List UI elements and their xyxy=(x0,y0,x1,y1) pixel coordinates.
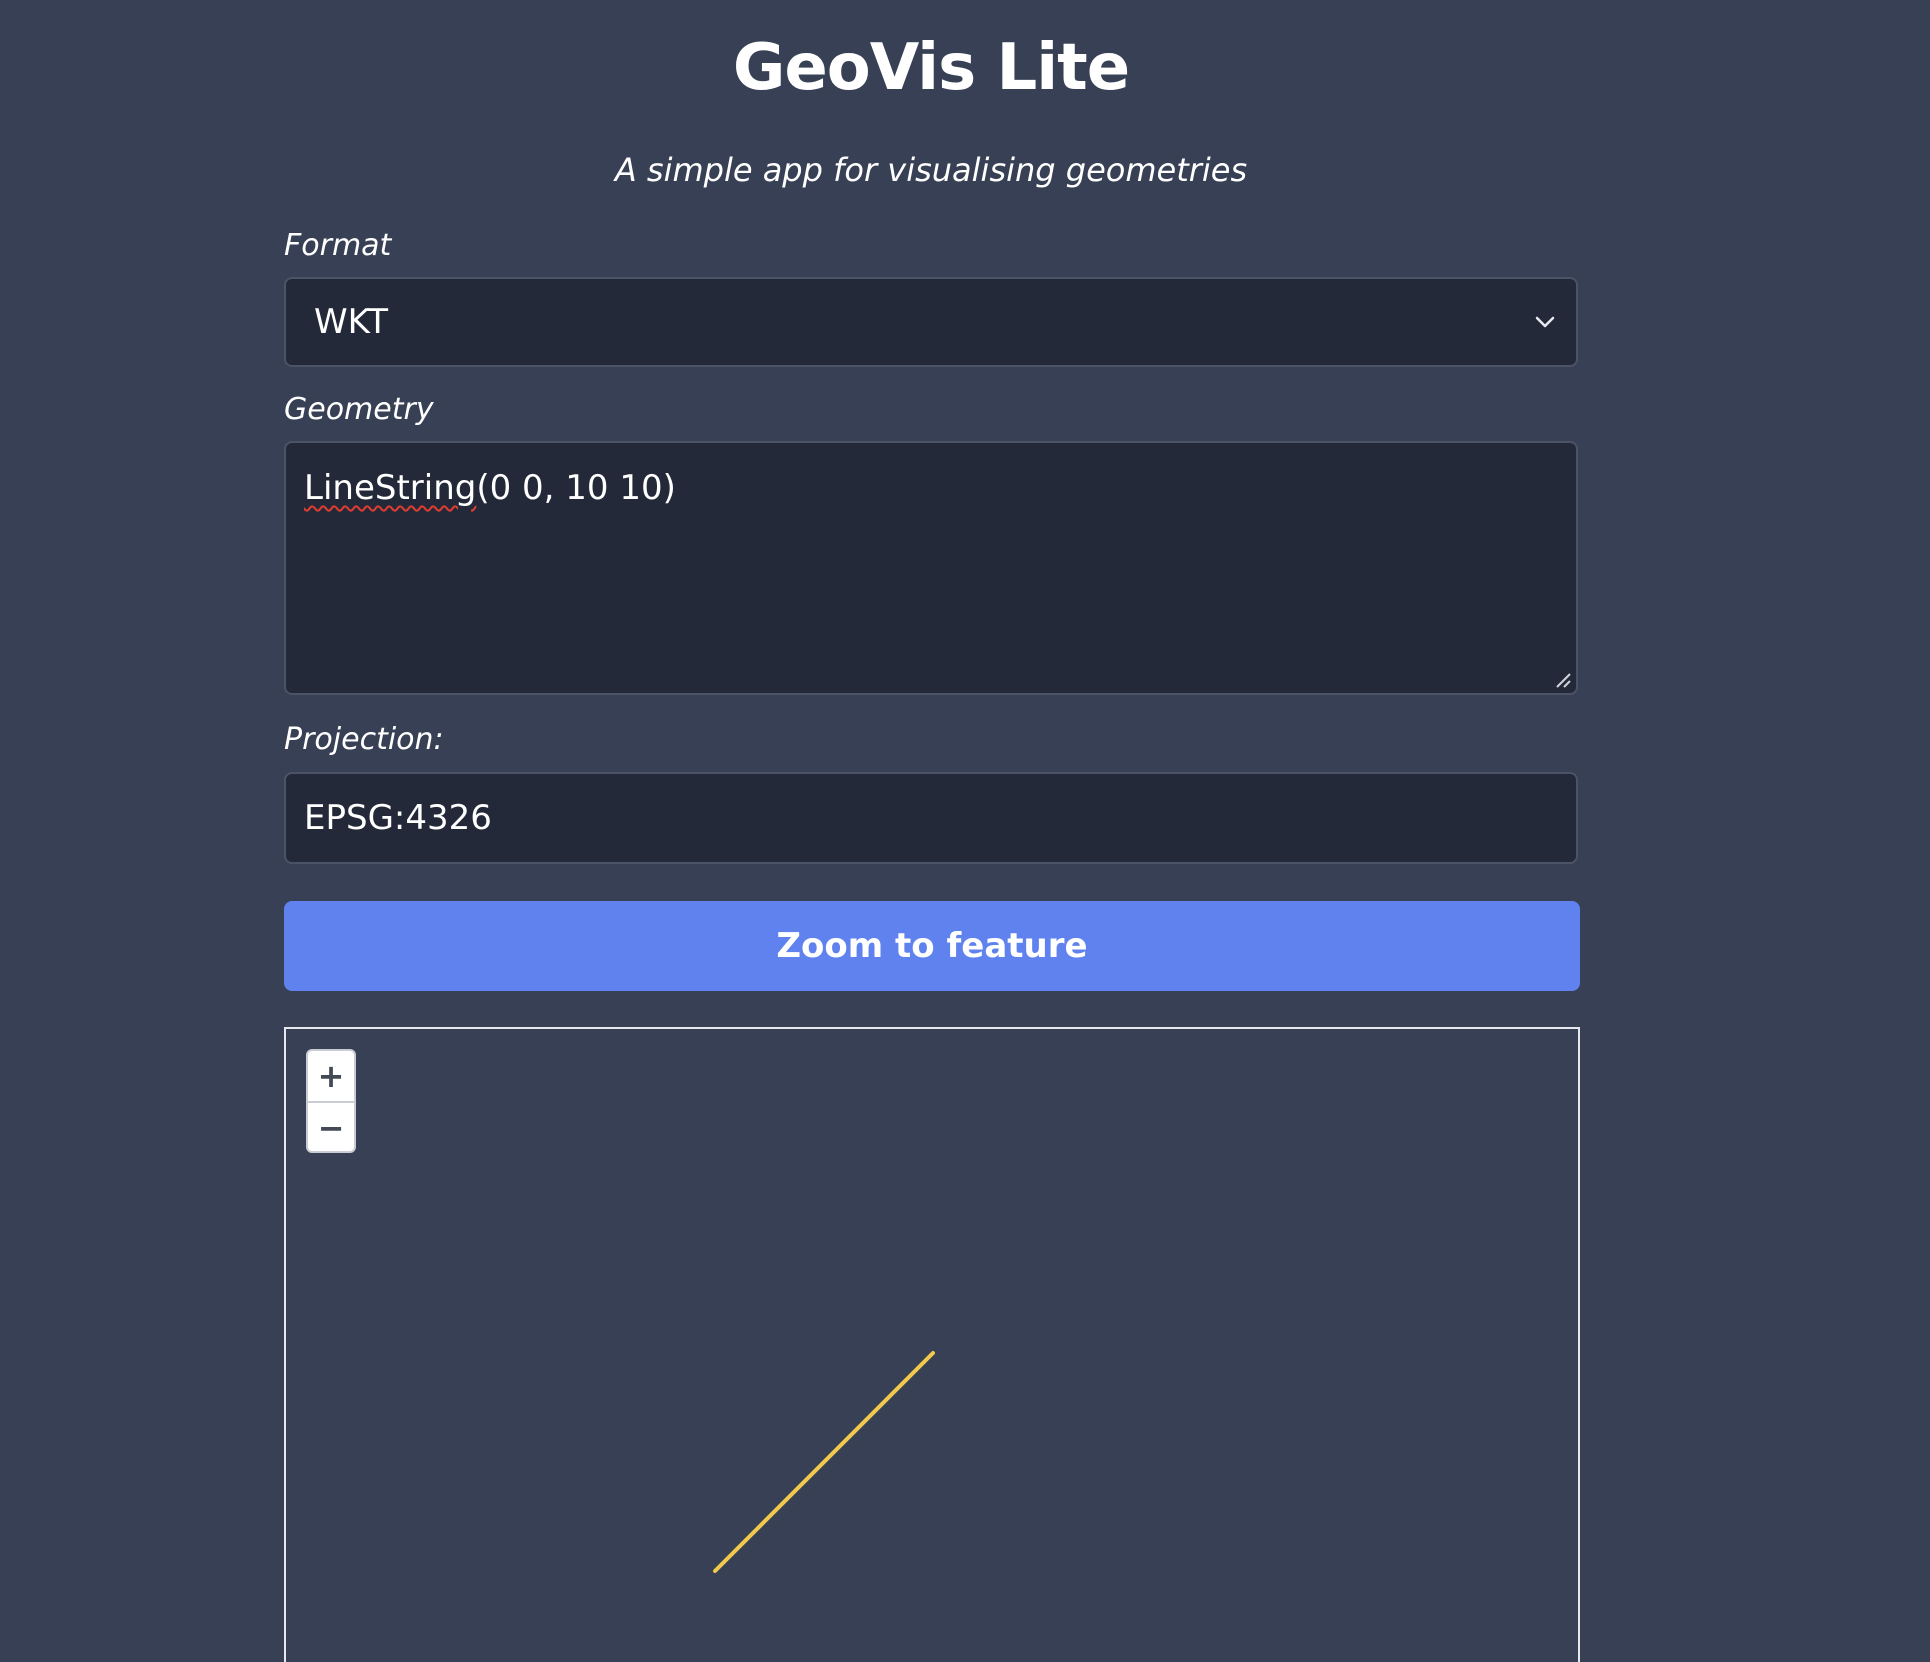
zoom-to-feature-button[interactable]: Zoom to feature xyxy=(284,901,1580,991)
projection-input[interactable]: EPSG:4326 xyxy=(284,772,1578,864)
geometry-textarea[interactable]: LineString(0 0, 10 10) xyxy=(284,441,1578,695)
spellcheck-underlined-word: LineString xyxy=(304,468,477,508)
geometry-label: Geometry xyxy=(284,392,434,427)
linestring-feature xyxy=(713,1351,935,1573)
geometry-value-rest: (0 0, 10 10) xyxy=(476,468,676,508)
zoom-controls: + − xyxy=(306,1049,356,1153)
zoom-in-button[interactable]: + xyxy=(308,1051,354,1103)
format-selected-value: WKT xyxy=(314,302,389,342)
geometry-value: LineString(0 0, 10 10) xyxy=(304,465,676,511)
zoom-out-button[interactable]: − xyxy=(308,1103,354,1151)
map-canvas[interactable] xyxy=(286,1029,1578,1662)
app-subtitle: A simple app for visualising geometries xyxy=(614,151,1248,189)
format-label: Format xyxy=(284,228,392,263)
app-title: GeoVis Lite xyxy=(732,31,1130,105)
projection-label: Projection: xyxy=(284,722,444,757)
projection-value: EPSG:4326 xyxy=(304,798,492,838)
page: GeoVis Lite A simple app for visualising… xyxy=(0,0,1930,1662)
map-viewport[interactable]: + − xyxy=(284,1027,1580,1662)
resize-grip-icon[interactable] xyxy=(1554,671,1572,689)
chevron-down-icon xyxy=(1535,316,1555,328)
format-select[interactable]: WKT xyxy=(284,277,1578,367)
